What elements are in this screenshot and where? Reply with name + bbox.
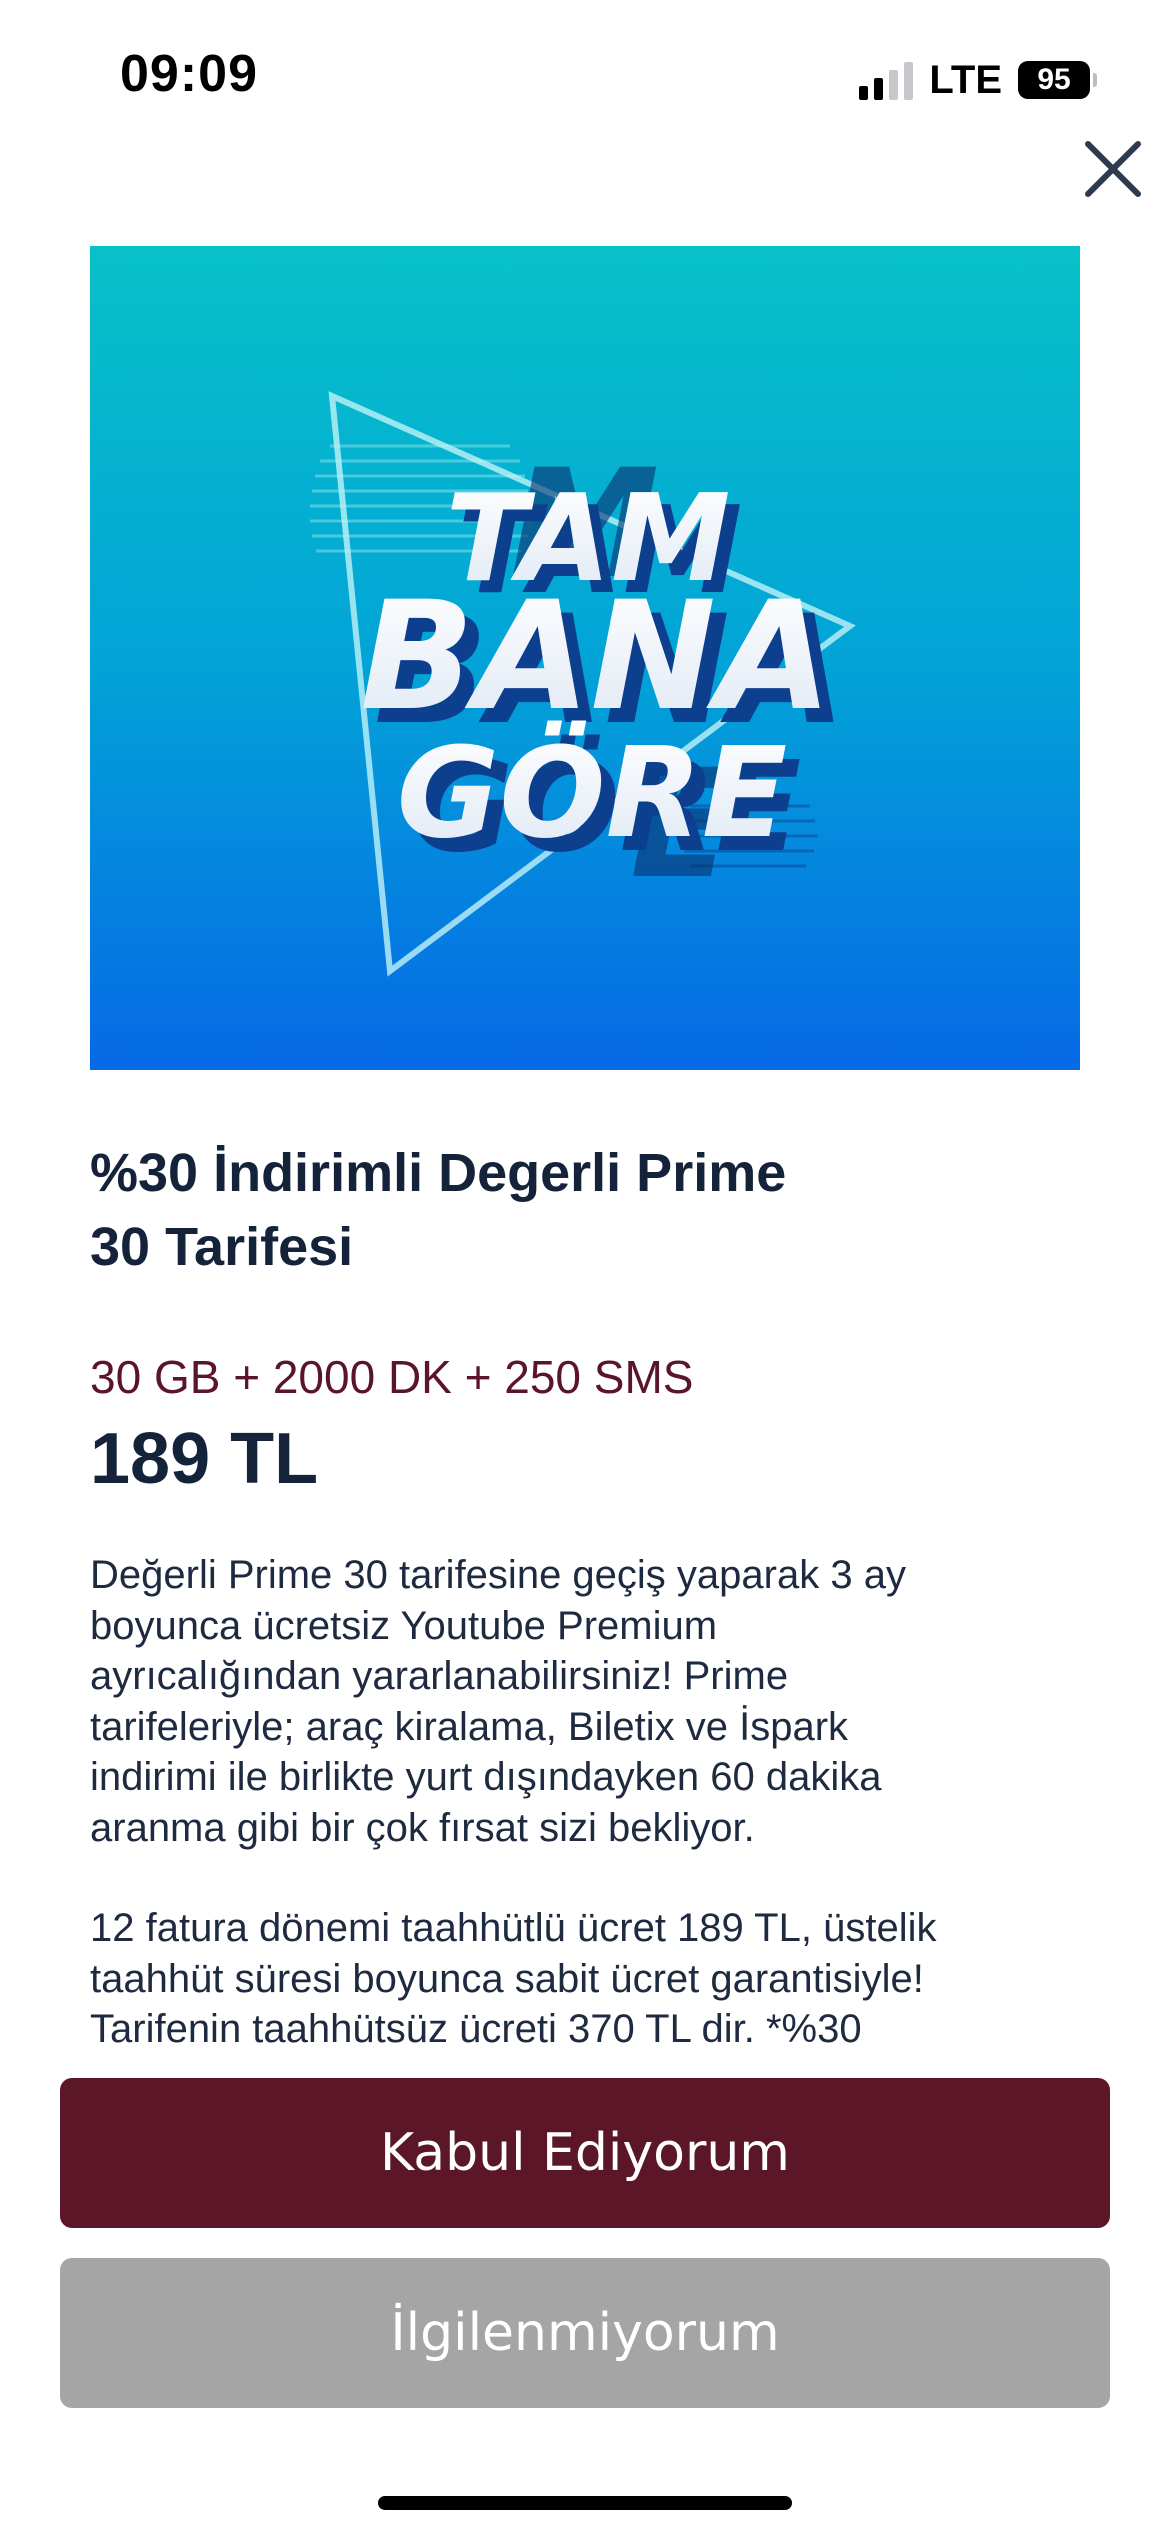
description-paragraph-1: Değerli Prime 30 tarifesine geçiş yapara… (90, 1550, 1090, 1853)
signal-icon (859, 60, 914, 100)
description-line: ayrıcalığından yararlanabilirsiniz! Prim… (90, 1654, 789, 1698)
close-button[interactable] (1082, 138, 1144, 200)
banner-line-2-front: BANA (360, 570, 832, 744)
offer-description[interactable]: Değerli Prime 30 tarifesine geçiş yapara… (90, 1550, 1090, 2060)
description-line: Tarifenin taahhütsüz ücreti 370 TL dir. … (90, 2007, 862, 2051)
network-type: LTE (929, 57, 1002, 102)
description-paragraph-2: 12 fatura dönemi taahhütlü ücret 189 TL,… (90, 1903, 1090, 2055)
offer-price: 189 TL (90, 1419, 319, 1499)
battery-level: 95 (1037, 63, 1071, 96)
banner-line-3-front: GÖRE (397, 720, 788, 866)
offer-title-line-1: %30 İndirimli Degerli Prime (90, 1143, 787, 1203)
decline-button[interactable]: İlgilenmiyorum (60, 2258, 1110, 2408)
description-line: Değerli Prime 30 tarifesine geçiş yapara… (90, 1553, 906, 1597)
close-icon (1085, 141, 1141, 197)
description-line: 12 fatura dönemi taahhütlü ücret 189 TL,… (90, 1906, 937, 1950)
offer-title-line-2: 30 Tarifesi (90, 1217, 354, 1277)
description-line: taahhüt süresi boyunca sabit ücret garan… (90, 1956, 924, 2001)
home-indicator[interactable] (378, 2496, 792, 2510)
status-indicators: LTE 95 (859, 52, 1097, 108)
package-details: 30 GB + 2000 DK + 250 SMS (90, 1351, 694, 1403)
status-time: 09:09 (120, 45, 258, 103)
description-line: tarifeleriyle; araç kiralama, Biletix ve… (90, 1704, 849, 1749)
description-line: indirimi ile birlikte yurt dışındayken 6… (90, 1755, 882, 1799)
battery-icon: 95 (1018, 61, 1097, 99)
description-line: aranma gibi bir çok fırsat sizi bekliyor… (90, 1805, 755, 1850)
banner-artwork: M E TAM TAM BANA BANA GÖRE GÖRE (310, 391, 856, 977)
promo-banner: M E TAM TAM BANA BANA GÖRE GÖRE (90, 246, 1080, 1070)
offer-title: %30 İndirimli Degerli Prime 30 Tarifesi (90, 1136, 1080, 1284)
description-line: boyunca ücretsiz Youtube Premium (90, 1603, 718, 1648)
accept-button[interactable]: Kabul Ediyorum (60, 2078, 1110, 2228)
